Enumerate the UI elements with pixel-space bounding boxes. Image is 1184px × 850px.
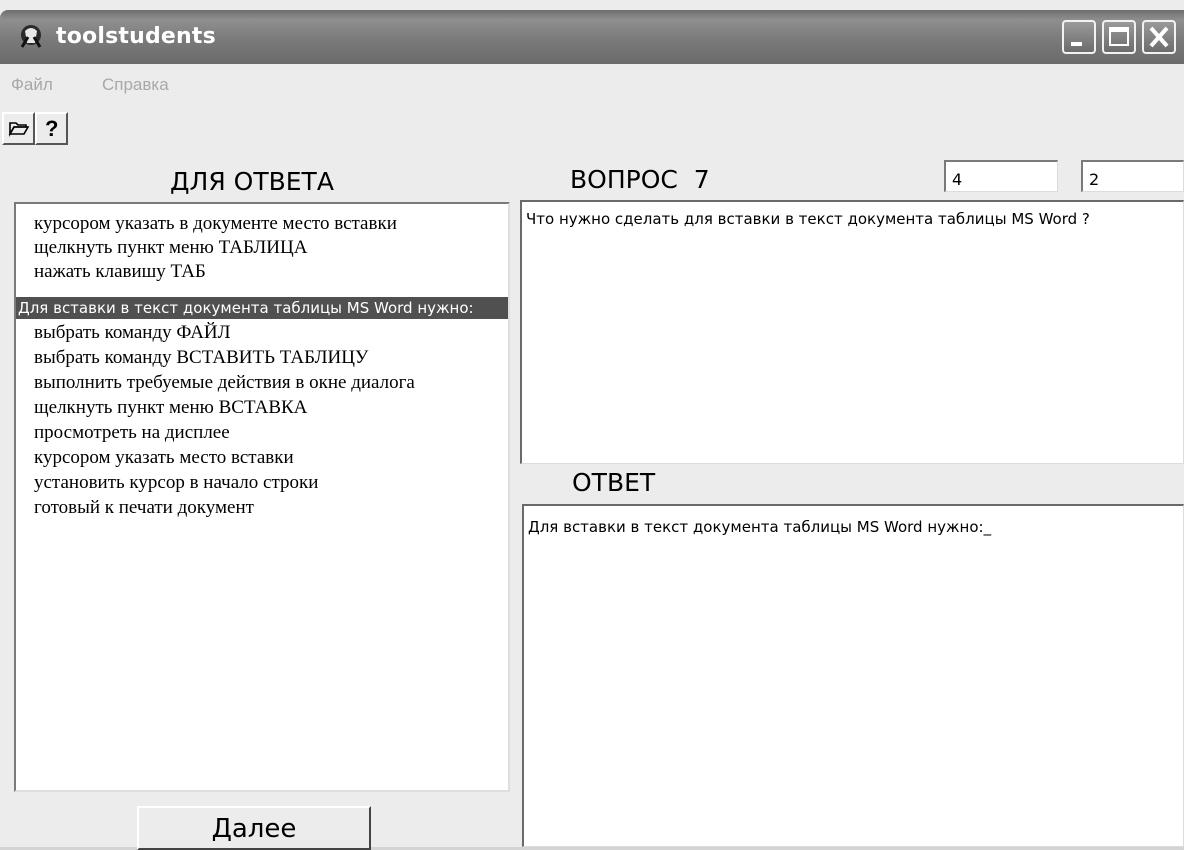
list-item[interactable]: щелкнуть пункт меню ВСТАВКА — [16, 397, 508, 419]
list-item[interactable]: просмотреть на дисплее — [16, 422, 508, 444]
menu-bar: Файл Справка — [0, 64, 1184, 102]
list-item[interactable]: выполнить требуемые действия в окне диал… — [16, 372, 508, 394]
close-icon — [1149, 26, 1169, 48]
question-field-1[interactable]: 4 — [944, 160, 1058, 192]
list-item[interactable]: курсором указать в документе место встав… — [16, 213, 508, 235]
question-text: Что нужно сделать для вставки в текст до… — [526, 210, 1090, 228]
toolbar: ? — [0, 102, 1184, 154]
maximize-icon — [1109, 27, 1129, 46]
list-item[interactable]: выбрать команду ВСТАВИТЬ ТАБЛИЦУ — [16, 347, 508, 369]
window-title: toolstudents — [56, 24, 216, 49]
list-item[interactable]: нажать клавишу ТАБ — [16, 261, 508, 283]
answer-text: Для вставки в текст документа таблицы MS… — [528, 518, 992, 536]
question-header: ВОПРОС 7 — [570, 165, 710, 194]
close-button[interactable] — [1142, 20, 1176, 54]
question-field-2[interactable]: 2 — [1081, 160, 1184, 192]
menu-help[interactable]: Справка — [102, 75, 169, 95]
answer-text-box[interactable]: Для вставки в текст документа таблицы MS… — [522, 504, 1184, 847]
list-item[interactable]: щелкнуть пункт меню ТАБЛИЦА — [16, 237, 508, 259]
help-icon: ? — [45, 116, 59, 141]
title-bar[interactable]: toolstudents — [0, 10, 1184, 64]
answer-options-list[interactable]: курсором указать в документе место встав… — [14, 202, 510, 792]
list-item[interactable]: курсором указать место вставки — [16, 447, 508, 469]
answers-header: ДЛЯ ОТВЕТА — [170, 167, 334, 196]
list-item[interactable]: установить курсор в начало строки — [16, 472, 508, 494]
help-button[interactable]: ? — [35, 112, 68, 145]
minimize-button[interactable] — [1062, 20, 1096, 54]
app-icon — [20, 25, 42, 48]
next-button[interactable]: Далее — [137, 806, 371, 850]
open-button[interactable] — [2, 112, 35, 145]
folder-open-icon — [8, 122, 30, 138]
maximize-button[interactable] — [1102, 20, 1136, 54]
list-item[interactable]: готовый к печати документ — [16, 497, 508, 519]
menu-file[interactable]: Файл — [11, 75, 53, 95]
app-window: toolstudents Файл Справка ? ДЛЯ ОТВЕТА В… — [0, 0, 1184, 850]
answer-header: ОТВЕТ — [572, 468, 656, 497]
question-text-box[interactable]: Что нужно сделать для вставки в текст до… — [520, 200, 1184, 464]
list-item-selected[interactable]: Для вставки в текст документа таблицы MS… — [16, 297, 508, 319]
list-item[interactable]: выбрать команду ФАЙЛ — [16, 322, 508, 344]
minimize-icon — [1071, 42, 1082, 46]
